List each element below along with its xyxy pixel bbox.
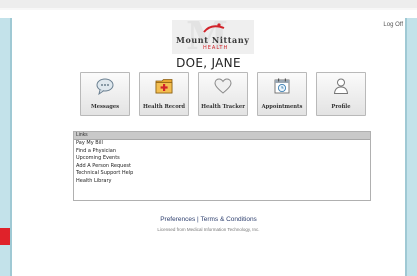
top-frame-line [0,8,417,10]
health-record-label: Health Record [142,104,186,110]
licensed-text: Licensed from Medical Information Techno… [157,227,260,232]
link-upcoming-events[interactable]: Upcoming Events [74,155,370,163]
logo-name: Mount Nittany [176,35,250,45]
health-record-icon [155,79,173,94]
link-add-a-person-request[interactable]: Add A Person Request [74,163,370,171]
messages-button[interactable]: Messages [80,72,130,116]
logo-swoosh-icon [203,23,225,33]
link-find-a-physician[interactable]: Find a Physician [74,148,370,156]
links-header: Links [74,132,370,140]
health-tracker-label: Health Tracker [201,104,245,110]
calendar-icon [274,78,290,94]
preferences-link[interactable]: Preferences [160,216,195,223]
terms-conditions-link[interactable]: Terms & Conditions [200,216,256,223]
patient-name: DOE, JANE [176,56,241,70]
messages-label: Messages [90,104,120,110]
logo-subname: HEALTH [203,45,229,51]
link-pay-my-bill[interactable]: Pay My Bill [74,140,370,148]
appointments-label: Appointments [261,104,303,110]
top-frame [0,0,417,8]
footer-links: Preferences | Terms & Conditions [0,216,417,223]
user-icon [333,78,349,94]
health-record-button[interactable]: Health Record [139,72,189,116]
profile-button[interactable]: Profile [316,72,366,116]
profile-label: Profile [331,104,351,110]
messages-icon [96,78,114,96]
appointments-button[interactable]: Appointments [257,72,307,116]
link-technical-support-help[interactable]: Technical Support Help [74,170,370,178]
log-off-link[interactable]: Log Off [383,22,403,28]
health-tracker-button[interactable]: Health Tracker [198,72,248,116]
links-panel: Links Pay My Bill Find a Physician Upcom… [73,131,371,201]
link-health-library[interactable]: Health Library [74,178,370,186]
heart-icon [214,78,232,94]
footer-separator: | [197,216,199,223]
